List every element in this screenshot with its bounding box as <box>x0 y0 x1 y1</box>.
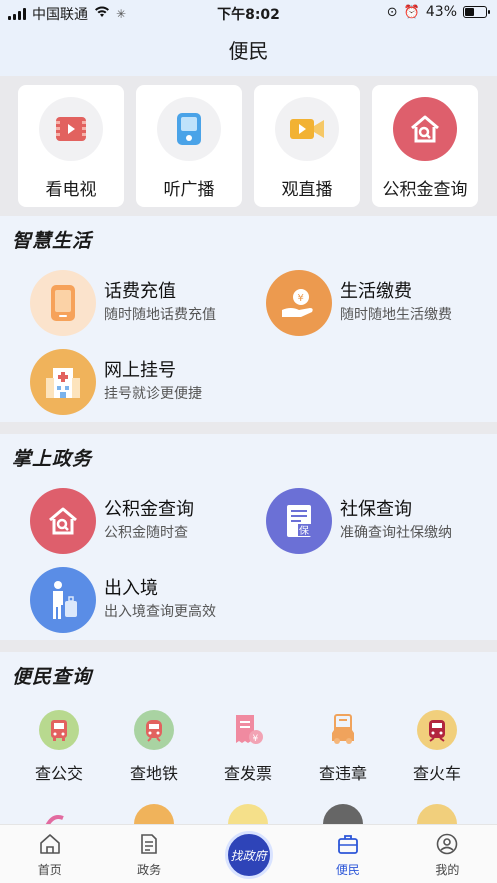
briefcase-icon <box>336 833 360 858</box>
user-icon <box>435 833 459 858</box>
bus-icon <box>39 710 79 750</box>
radio-icon <box>157 97 221 161</box>
service-housing-fund[interactable]: 公积金查询 公积金随时查 <box>30 488 194 554</box>
tile-label: 公积金查询 <box>382 180 468 200</box>
service-desc: 挂号就诊更便捷 <box>104 386 202 402</box>
section-convenience-query: 便民查询 查公交 查地铁 ¥ 查发票 查违章 查火车 <box>0 652 497 824</box>
query-bus[interactable]: 查公交 <box>19 710 99 784</box>
orientation-lock-icon: ⊙ <box>386 4 398 20</box>
tab-gov[interactable]: 政务 <box>99 825 198 883</box>
service-desc: 准确查询社保缴纳 <box>340 525 452 541</box>
bill-hand-icon: ¥ <box>266 270 332 336</box>
insurance-doc-icon: 保 <box>266 488 332 554</box>
train-icon <box>417 710 457 750</box>
tile-live[interactable]: 观直播 <box>254 85 360 207</box>
find-gov-icon: 找政府 <box>224 831 273 879</box>
service-online-registration[interactable]: 网上挂号 挂号就诊更便捷 <box>30 349 202 415</box>
traveler-icon <box>30 567 96 633</box>
service-desc: 随时随地话费充值 <box>104 307 216 323</box>
query-label: 查发票 <box>223 764 272 783</box>
divider <box>0 422 497 434</box>
query-subway[interactable]: 查地铁 <box>114 710 194 784</box>
phone-icon <box>30 270 96 336</box>
tile-radio[interactable]: 听广播 <box>136 85 242 207</box>
service-name: 话费充值 <box>104 281 176 302</box>
tab-convenience[interactable]: 便民 <box>298 825 397 883</box>
query-invoice[interactable]: ¥ 查发票 <box>208 710 288 784</box>
car-violation-icon <box>323 710 363 750</box>
tab-label: 便民 <box>335 863 360 877</box>
tab-bar: 首页 政务 找政府 便民 我的 <box>0 824 497 883</box>
tab-label: 我的 <box>435 863 460 877</box>
service-name: 社保查询 <box>340 499 412 520</box>
gov-doc-icon <box>137 833 161 858</box>
section-smart-life: 智慧生活 话费充值 随时随地话费充值 ¥ 生活缴费 随时随地生活缴费 网上挂号 … <box>0 216 497 422</box>
home-icon <box>38 833 62 858</box>
tv-icon <box>39 97 103 161</box>
svg-text:¥: ¥ <box>253 734 259 744</box>
query-label: 查公交 <box>34 764 83 783</box>
tile-housing-fund[interactable]: 公积金查询 <box>372 85 478 207</box>
subway-icon <box>134 710 174 750</box>
service-name: 出入境 <box>104 578 158 599</box>
divider <box>0 640 497 652</box>
hospital-icon <box>30 349 96 415</box>
section-title: 便民查询 <box>12 666 93 688</box>
service-name: 公积金查询 <box>104 499 194 520</box>
tab-mine[interactable]: 我的 <box>398 825 497 883</box>
query-label: 查违章 <box>318 764 367 783</box>
service-social-security[interactable]: 保 社保查询 准确查询社保缴纳 <box>266 488 452 554</box>
tile-tv[interactable]: 看电视 <box>18 85 124 207</box>
service-name: 生活缴费 <box>340 281 412 302</box>
tab-label: 政务 <box>137 863 162 877</box>
svg-text:¥: ¥ <box>298 293 304 304</box>
section-gov-affairs: 掌上政务 公积金查询 公积金随时查 保 社保查询 准确查询社保缴纳 出入境 出入… <box>0 434 497 640</box>
query-train[interactable]: 查火车 <box>397 710 477 784</box>
query-traffic-violation[interactable]: 查违章 <box>303 710 383 784</box>
tile-label: 看电视 <box>45 180 97 200</box>
service-desc: 随时随地生活缴费 <box>340 307 452 323</box>
tile-label: 听广播 <box>163 180 215 200</box>
battery-percent: 43% <box>425 4 457 20</box>
tab-home[interactable]: 首页 <box>0 825 99 883</box>
section-title: 智慧生活 <box>12 230 93 252</box>
live-video-icon <box>275 97 339 161</box>
svg-text:保: 保 <box>299 524 309 537</box>
quick-tiles: 看电视 听广播 观直播 公积金查询 <box>0 76 497 216</box>
query-label: 查火车 <box>412 764 461 783</box>
invoice-icon: ¥ <box>228 710 268 750</box>
tab-label: 首页 <box>37 863 62 877</box>
service-exit-entry[interactable]: 出入境 出入境查询更高效 <box>30 567 216 633</box>
status-bar: 中国联通 ✳ 下午8:02 ⊙ ⏰ 43% <box>0 0 497 26</box>
section-title: 掌上政务 <box>12 448 93 470</box>
service-bill-payment[interactable]: ¥ 生活缴费 随时随地生活缴费 <box>266 270 452 336</box>
query-label: 查地铁 <box>129 764 178 783</box>
house-search-icon <box>393 97 457 161</box>
battery-icon <box>463 6 490 18</box>
service-desc: 公积金随时查 <box>104 525 188 541</box>
tab-find-gov[interactable]: 找政府 <box>199 825 298 883</box>
house-search-icon <box>30 488 96 554</box>
service-phone-recharge[interactable]: 话费充值 随时随地话费充值 <box>30 270 216 336</box>
alarm-icon: ⏰ <box>403 4 420 20</box>
service-desc: 出入境查询更高效 <box>104 604 216 620</box>
tile-label: 观直播 <box>281 180 333 200</box>
service-name: 网上挂号 <box>104 360 176 381</box>
page-title: 便民 <box>0 26 497 76</box>
